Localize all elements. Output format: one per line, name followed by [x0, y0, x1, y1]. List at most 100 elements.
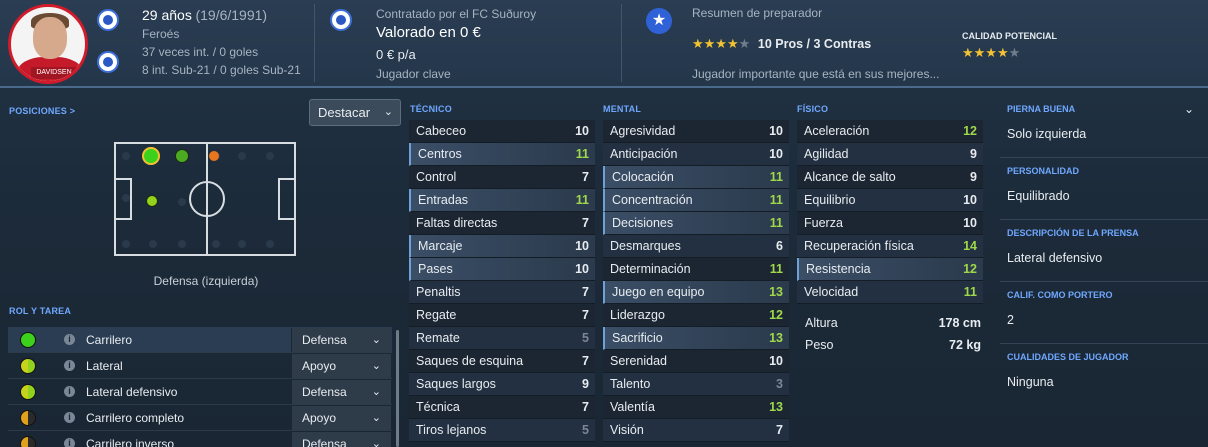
press-description-block: DESCRIPCIÓN DE LA PRENSA Lateral defensi…: [1000, 220, 1208, 282]
duty-select[interactable]: Defensa ⌄: [291, 380, 391, 404]
attribute-row[interactable]: Tiros lejanos 5: [409, 419, 595, 442]
roles-list: i Carrilero Defensa ⌄ i Lateral Apoyo ⌄ i …: [8, 327, 392, 447]
attribute-row[interactable]: Penaltis 7: [409, 281, 595, 304]
attribute-name: Tiros lejanos: [416, 423, 487, 437]
player-traits-label: CUALIDADES DE JUGADOR: [1007, 352, 1129, 362]
attribute-row[interactable]: Cabeceo 10: [409, 120, 595, 143]
attribute-row[interactable]: Desmarques 6: [603, 235, 789, 258]
attribute-value: 9: [582, 377, 589, 391]
attribute-row[interactable]: Serenidad 10: [603, 350, 789, 373]
duty-select[interactable]: Apoyo ⌄: [291, 354, 391, 378]
attribute-name: Anticipación: [610, 147, 678, 161]
nationality-text: Feroés: [142, 27, 180, 41]
attribute-row[interactable]: Concentración 11: [603, 189, 789, 212]
info-icon[interactable]: i: [64, 386, 75, 397]
mental-attributes: Agresividad 10 Anticipación 10 Colocación 11 C…: [603, 120, 789, 442]
attribute-row[interactable]: Colocación 11: [603, 166, 789, 189]
attribute-row[interactable]: Alcance de salto 9: [797, 166, 983, 189]
preferred-foot-block: PIERNA BUENA ⌄ Solo izquierda: [1000, 96, 1208, 158]
attribute-row[interactable]: Juego en equipo 13: [603, 281, 789, 304]
attribute-row[interactable]: Técnica 7: [409, 396, 595, 419]
attribute-row[interactable]: Pases 10: [409, 258, 595, 281]
u21-text: 8 int. Sub-21 / 0 goles Sub-21: [142, 63, 301, 77]
attribute-row[interactable]: Remate 5: [409, 327, 595, 350]
attribute-value: 10: [575, 262, 589, 276]
attribute-name: Aceleración: [804, 124, 870, 138]
highlight-dropdown[interactable]: Destacar ⌄: [309, 99, 401, 126]
attribute-row[interactable]: Aceleración 12: [797, 120, 983, 143]
attribute-name: Agresividad: [610, 124, 676, 138]
portrait-shirt-name: DAVIDSEN: [31, 67, 77, 79]
attribute-row[interactable]: Marcaje 10: [409, 235, 595, 258]
attribute-row[interactable]: Centros 11: [409, 143, 595, 166]
attribute-row[interactable]: Fuerza 10: [797, 212, 983, 235]
attribute-row[interactable]: Saques largos 9: [409, 373, 595, 396]
position-wbl[interactable]: [175, 149, 189, 163]
scout-rating-line[interactable]: ★★★★★ 10 Pros / 3 Contras: [692, 36, 871, 52]
roles-scrollbar[interactable]: [396, 330, 399, 447]
info-icon[interactable]: i: [64, 412, 75, 423]
position-dc[interactable]: [146, 195, 158, 207]
role-name: Carrilero: [86, 333, 133, 347]
attribute-row[interactable]: Liderazgo 12: [603, 304, 789, 327]
attribute-row[interactable]: Sacrificio 13: [603, 327, 789, 350]
position-dl-natural[interactable]: [142, 147, 160, 165]
attribute-row[interactable]: Visión 7: [603, 419, 789, 442]
attribute-row[interactable]: Agresividad 10: [603, 120, 789, 143]
role-row[interactable]: i Carrilero Defensa ⌄: [8, 327, 392, 353]
attribute-row[interactable]: Anticipación 10: [603, 143, 789, 166]
chevron-down-icon: ⌄: [371, 412, 381, 424]
attribute-row[interactable]: Determinación 11: [603, 258, 789, 281]
attribute-row[interactable]: Resistencia 12: [797, 258, 983, 281]
role-row[interactable]: i Lateral defensivo Defensa ⌄: [8, 379, 392, 405]
attribute-row[interactable]: Velocidad 11: [797, 281, 983, 304]
attribute-value: 5: [582, 331, 589, 345]
pitch-box-right: [278, 178, 296, 220]
info-icon[interactable]: i: [64, 360, 75, 371]
role-row[interactable]: i Lateral Apoyo ⌄: [8, 353, 392, 379]
attribute-value: 7: [582, 170, 589, 184]
attribute-row[interactable]: Agilidad 9: [797, 143, 983, 166]
attribute-row[interactable]: Faltas directas 7: [409, 212, 595, 235]
positions-title[interactable]: POSICIONES >: [9, 106, 75, 116]
role-row[interactable]: i Carrilero inverso Defensa ⌄: [8, 431, 392, 447]
attribute-name: Regate: [416, 308, 457, 322]
attribute-value: 13: [769, 400, 783, 414]
attribute-value: 9: [970, 170, 977, 184]
attribute-name: Resistencia: [806, 262, 871, 276]
attribute-name: Velocidad: [804, 285, 859, 299]
attribute-row[interactable]: Saques de esquina 7: [409, 350, 595, 373]
attribute-name: Visión: [610, 423, 644, 437]
press-description-label: DESCRIPCIÓN DE LA PRENSA: [1007, 228, 1139, 238]
attribute-row[interactable]: Control 7: [409, 166, 595, 189]
position-ml[interactable]: [209, 151, 219, 161]
club-badge-icon[interactable]: [330, 9, 352, 31]
info-icon[interactable]: i: [64, 438, 75, 447]
duty-select[interactable]: Defensa ⌄: [291, 432, 391, 447]
attribute-row[interactable]: Equilibrio 10: [797, 189, 983, 212]
attribute-value: 7: [582, 216, 589, 230]
role-suitability-icon: [20, 384, 36, 400]
valuation-text: Valorado en 0 €: [376, 24, 481, 41]
attribute-row[interactable]: Valentía 13: [603, 396, 789, 419]
personality-block: PERSONALIDAD Equilibrado: [1000, 158, 1208, 220]
nationality-icon: [97, 51, 119, 73]
attribute-row[interactable]: Entradas 11: [409, 189, 595, 212]
attribute-name: Entradas: [418, 193, 469, 207]
attribute-name: Desmarques: [610, 239, 681, 253]
attribute-row[interactable]: Regate 7: [409, 304, 595, 327]
attribute-row[interactable]: Talento 3: [603, 373, 789, 396]
role-name: Lateral defensivo: [86, 385, 178, 399]
role-row[interactable]: i Carrilero completo Apoyo ⌄: [8, 405, 392, 431]
info-icon[interactable]: i: [64, 334, 75, 345]
club-text[interactable]: Contratado por el FC Suðuroy: [376, 7, 536, 21]
current-ability-stars: ★★★★★: [692, 36, 751, 51]
duty-select[interactable]: Defensa ⌄: [291, 328, 391, 352]
caps-text: 37 veces int. / 0 goles: [142, 45, 259, 59]
attribute-row[interactable]: Decisiones 11: [603, 212, 789, 235]
chevron-down-icon[interactable]: ⌄: [1184, 102, 1194, 116]
attribute-name: Juego en equipo: [612, 285, 705, 299]
attribute-row[interactable]: Recuperación física 14: [797, 235, 983, 258]
empty-position-dot: [178, 240, 186, 248]
duty-select[interactable]: Apoyo ⌄: [291, 406, 391, 430]
